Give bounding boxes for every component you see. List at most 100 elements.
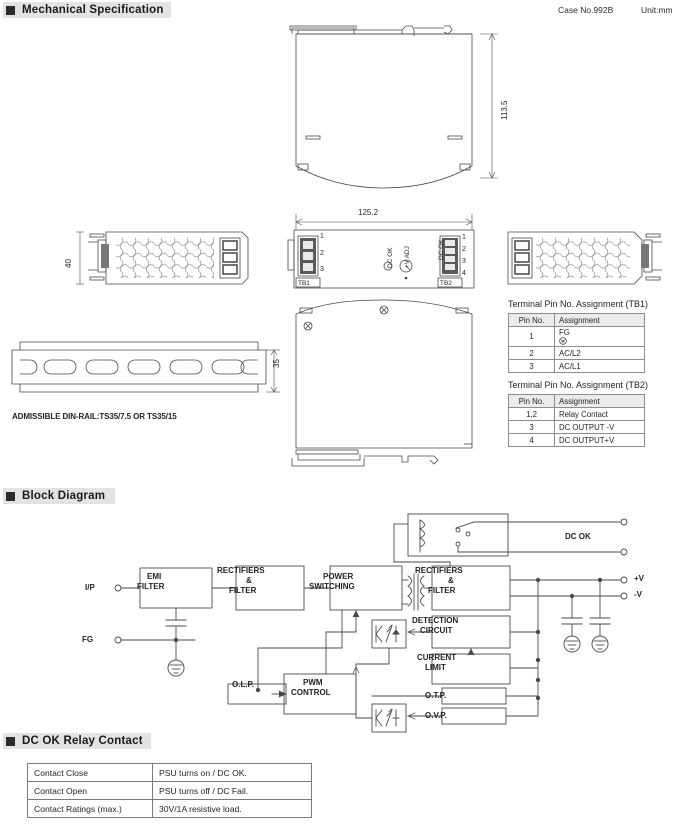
table-row: 1,2 Relay Contact — [508, 407, 645, 421]
relay-row-1-condition: Contact Open — [27, 781, 153, 800]
table-row: 3 DC OUTPUT -V — [508, 420, 645, 434]
tb2-label: TB2 — [440, 280, 452, 287]
table-row: 1 FG — [508, 326, 645, 347]
bd-block-detect-line0: DETECTION — [412, 616, 459, 625]
relay-row-1-description: PSU turns off / DC Fail. — [152, 781, 312, 800]
dimension-side-height-40: 40 — [64, 259, 73, 268]
tb2-pin-3: 3 — [462, 258, 466, 265]
bd-block-otp: O.T.P. — [425, 691, 447, 700]
bd-block-olp: O.L.P. — [232, 680, 255, 689]
tb2-pin-1: 1 — [462, 234, 466, 241]
square-bullet-icon — [6, 736, 15, 746]
tb2-row-2-pin: 4 — [508, 433, 555, 447]
din-rail-drawing — [8, 328, 298, 408]
table-header-row: Pin No. Assignment — [508, 313, 645, 327]
tb2-table-caption: Terminal Pin No. Assignment (TB2) — [508, 380, 649, 390]
section-title-mechanical: Mechanical Specification — [22, 4, 164, 16]
din-rail-note: ADMISSIBLE DIN-RAIL:TS35/7.5 OR TS35/15 — [12, 412, 177, 421]
bd-block-power-line0: POWER — [323, 572, 354, 581]
tb1-label: TB1 — [298, 280, 310, 287]
bd-input-fg: FG — [82, 635, 94, 644]
table-row: Contact Close PSU turns on / DC OK. — [27, 763, 312, 782]
bd-output-vpos: +V — [634, 574, 645, 583]
tb2-row-1-assignment: DC OUTPUT -V — [554, 420, 645, 434]
tb1-table-caption: Terminal Pin No. Assignment (TB1) — [508, 299, 649, 309]
tb1-row-1-pin: 2 — [508, 346, 555, 360]
tb1-row-1-assignment: AC/L2 — [554, 346, 645, 360]
table-row: 3 AC/L1 — [508, 359, 645, 373]
tb1-assignment-table: Pin No. Assignment 1 FG 2 AC/L2 3 AC/L1 — [508, 313, 645, 373]
section-header-relay: DC OK Relay Contact — [3, 733, 151, 749]
tb1-row-2-pin: 3 — [508, 359, 555, 373]
section-title-relay: DC OK Relay Contact — [22, 735, 143, 747]
bd-output-vneg: -V — [634, 590, 642, 599]
bd-input-ip: I/P — [85, 583, 95, 592]
front-panel-v-adj-label: +V ADJ — [404, 246, 411, 268]
table-row: Contact Ratings (max.) 30V/1A resistive … — [27, 799, 312, 818]
unit-label: Unit:mm — [641, 5, 673, 15]
relay-row-0-condition: Contact Close — [27, 763, 153, 782]
bd-block-rect1-line2: FILTER — [229, 586, 257, 595]
relay-row-0-description: PSU turns on / DC OK. — [152, 763, 312, 782]
dimension-width-125-2: 125.2 — [358, 208, 379, 217]
tb1-col-assignment: Assignment — [554, 313, 645, 327]
mechanical-right-side-view — [496, 226, 676, 296]
tb1-row-2-assignment: AC/L1 — [554, 359, 645, 373]
relay-row-2-condition: Contact Ratings (max.) — [27, 799, 153, 818]
mechanical-terminal-face-view — [284, 226, 504, 298]
bd-block-rect1-line0: RECTIFIERS — [217, 566, 265, 575]
datasheet-page: Mechanical Specification Case No.992B Un… — [0, 0, 700, 825]
front-panel-dc-ok-led-label: DC OK — [387, 247, 394, 268]
bd-block-rect2-line0: RECTIFIERS — [415, 566, 463, 575]
bd-block-detect-line1: CIRCUIT — [420, 626, 453, 635]
table-header-row: Pin No. Assignment — [508, 394, 645, 408]
bd-block-pwm-line1: CONTROL — [291, 688, 331, 697]
bd-block-emi-line1: FILTER — [137, 582, 165, 591]
square-bullet-icon — [6, 5, 15, 15]
tb1-pin-1: 1 — [320, 233, 324, 240]
tb2-row-2-assignment: DC OUTPUT+V — [554, 433, 645, 447]
front-panel-dc-ok-text: DC OK — [438, 239, 445, 260]
bd-block-rect2-line1: & — [448, 576, 454, 585]
tb1-row-0-pin: 1 — [508, 326, 555, 347]
section-header-mechanical: Mechanical Specification — [3, 2, 171, 18]
relay-row-2-description: 30V/1A resistive load. — [152, 799, 312, 818]
bd-block-ovp: O.V.P. — [425, 711, 447, 720]
square-bullet-icon — [6, 491, 15, 501]
bd-block-rect1-line1: & — [246, 576, 252, 585]
mechanical-rear-view — [284, 299, 514, 470]
tb1-pin-3: 3 — [320, 266, 324, 273]
case-number: Case No.992B — [558, 5, 614, 15]
section-header-block-diagram: Block Diagram — [3, 488, 115, 504]
dimension-dinrail-35: 35 — [272, 359, 281, 368]
mechanical-left-side-view — [76, 226, 256, 296]
tb2-pin-4: 4 — [462, 270, 466, 277]
tb1-col-pin: Pin No. — [508, 313, 555, 327]
bd-output-dcok: DC OK — [565, 532, 591, 541]
tb2-col-assignment: Assignment — [554, 394, 645, 408]
bd-block-rect2-line2: FILTER — [428, 586, 456, 595]
section-title-block-diagram: Block Diagram — [22, 490, 106, 502]
tb1-row-0-assignment-text: FG — [559, 328, 570, 337]
tb2-col-pin: Pin No. — [508, 394, 555, 408]
tb2-assignment-table: Pin No. Assignment 1,2 Relay Contact 3 D… — [508, 394, 645, 447]
bd-block-power-line1: SWITCHING — [309, 582, 355, 591]
tb2-row-0-assignment: Relay Contact — [554, 407, 645, 421]
mechanical-front-view — [284, 18, 534, 208]
tb2-pin-2: 2 — [462, 246, 466, 253]
dimension-height-113-5: 113.5 — [500, 100, 509, 120]
bd-block-current-line1: LIMIT — [425, 663, 446, 672]
table-row: Contact Open PSU turns off / DC Fail. — [27, 781, 312, 800]
table-row: 2 AC/L2 — [508, 346, 645, 360]
tb2-row-0-pin: 1,2 — [508, 407, 555, 421]
block-diagram — [60, 508, 700, 733]
bd-block-emi-line0: EMI — [147, 572, 162, 581]
table-row: 4 DC OUTPUT+V — [508, 433, 645, 447]
tb1-row-0-assignment: FG — [554, 326, 645, 347]
bd-block-current-line0: CURRENT — [417, 653, 457, 662]
tb2-row-1-pin: 3 — [508, 420, 555, 434]
bd-block-pwm-line0: PWM — [303, 678, 323, 687]
earth-ground-icon — [559, 337, 567, 345]
tb1-pin-2: 2 — [320, 250, 324, 257]
dc-ok-relay-contact-table: Contact Close PSU turns on / DC OK. Cont… — [27, 763, 312, 818]
